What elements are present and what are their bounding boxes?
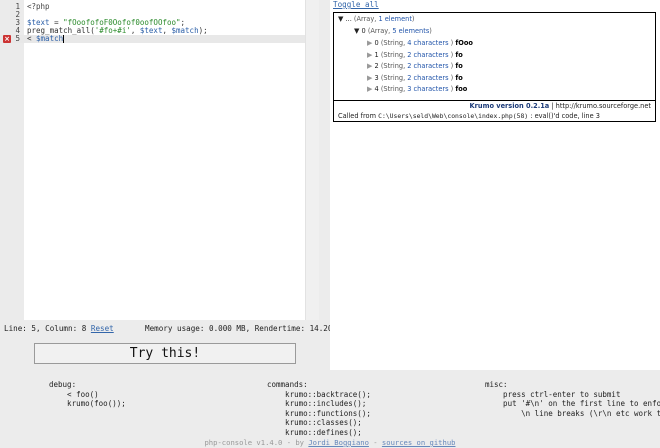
node-key: 0: [374, 39, 379, 47]
node-value: foo: [455, 85, 468, 94]
node-name: 0: [361, 27, 366, 35]
code-line[interactable]: 1 <?php: [0, 3, 305, 11]
node-key: 3: [374, 73, 379, 82]
source-link[interactable]: sources on github: [382, 438, 456, 447]
node-key: 2: [374, 62, 379, 71]
line-number-gutter: [0, 0, 24, 320]
collapsed-triangle-icon: ▶: [367, 73, 373, 82]
krumo-string-node[interactable]: ▶ 3 (String, 2 characters ) fo: [367, 73, 463, 84]
node-type: (String, 4 characters ): [380, 39, 454, 47]
editor-scrollbar[interactable]: [305, 0, 319, 320]
node-type: (Array, 5 elements): [367, 27, 432, 35]
collapsed-triangle-icon: ▶: [367, 85, 373, 94]
node-type: (String, 2 characters ): [380, 50, 454, 59]
node-type: (String, 2 characters ): [380, 73, 454, 82]
krumo-footer-divider: [334, 100, 655, 101]
collapsed-triangle-icon: ▶: [367, 39, 373, 47]
node-type: (String, 3 characters ): [380, 85, 454, 94]
krumo-string-node[interactable]: ▶ 2 (String, 2 characters ) fo: [367, 61, 463, 72]
line-number: 5: [15, 34, 20, 43]
node-value: fo: [455, 73, 463, 82]
help-commands: commands: krumo::backtrace(); krumo::inc…: [267, 380, 371, 437]
output-panel: Toggle all ▼ ... (Array, 1 element) ▼ 0 …: [330, 0, 660, 370]
krumo-root-node[interactable]: ▼ ... (Array, 1 element): [338, 14, 415, 25]
expanded-triangle-icon: ▼: [338, 15, 344, 23]
krumo-string-node[interactable]: ▶ 4 (String, 3 characters ) foo: [367, 84, 467, 95]
cursor-position: Line: 5, Column: 8: [4, 324, 91, 333]
help-misc: misc: press ctrl-enter to submit put '#\…: [485, 380, 660, 418]
node-type: (String, 2 characters ): [380, 62, 454, 71]
toggle-all-link[interactable]: Toggle all: [333, 0, 379, 9]
node-value: fo: [455, 50, 463, 59]
memory-usage: Memory usage: 0.000 MB, Rendertime: 14.2…: [145, 324, 347, 333]
node-name: ...: [345, 15, 352, 23]
code-text: < $match: [27, 34, 65, 43]
status-bar: Line: 5, Column: 8 Reset Memory usage: 0.…: [0, 322, 346, 336]
krumo-string-node[interactable]: ▶ 0 (String, 4 characters ) fOoo: [367, 38, 473, 49]
node-key: 4: [374, 85, 379, 94]
code-line[interactable]: × 5 < $match: [0, 35, 305, 43]
reset-link[interactable]: Reset: [91, 324, 114, 333]
node-type: (Array, 1 element): [353, 15, 415, 23]
page-footer: php-console v1.4.0 - by Jordi Boggiano -…: [204, 438, 456, 447]
collapsed-triangle-icon: ▶: [367, 62, 373, 71]
collapsed-triangle-icon: ▶: [367, 50, 373, 59]
krumo-version: Krumo version 0.2.1a | http://krumo.sour…: [469, 102, 651, 110]
code-editor[interactable]: 1 <?php 2 3 $text = "fOoofofoF0Oofof0oofOOfo…: [0, 0, 319, 320]
expanded-triangle-icon: ▼: [354, 27, 360, 35]
text-cursor: [63, 35, 65, 43]
krumo-dump: ▼ ... (Array, 1 element) ▼ 0 (Array, 5 e…: [333, 12, 656, 122]
try-this-button[interactable]: Try this!: [34, 343, 296, 364]
node-value: fOoo: [455, 39, 473, 47]
help-debug: debug: < foo() krumo(foo());: [49, 380, 126, 408]
krumo-called-from: Called from C:\Users\seld\Web\console\in…: [338, 112, 600, 120]
krumo-string-node[interactable]: ▶ 1 (String, 2 characters ) fo: [367, 50, 463, 61]
code-text: <?php: [27, 2, 50, 11]
author-link[interactable]: Jordi Boggiano: [308, 438, 369, 447]
node-value: fo: [455, 62, 463, 71]
krumo-array-node[interactable]: ▼ 0 (Array, 5 elements): [354, 26, 432, 37]
node-key: 1: [374, 50, 379, 59]
